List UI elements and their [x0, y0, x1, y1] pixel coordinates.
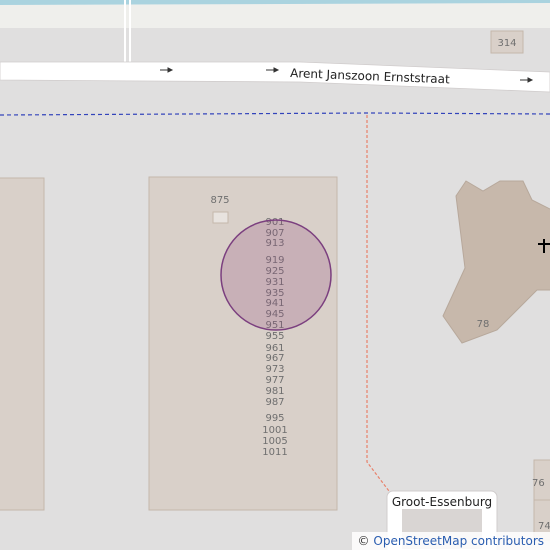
address-number-label: 1011 [262, 447, 287, 458]
quay-divider-right [129, 0, 131, 62]
house-number-label: 78 [477, 319, 490, 330]
map-attribution: © OpenStreetMap contributors [351, 532, 550, 550]
street-road[interactable] [0, 61, 550, 93]
small-structure [212, 211, 229, 224]
map-canvas[interactable]: Arent Janszoon Ernststraat 314 875 78 76… [0, 0, 550, 550]
building-central [148, 176, 338, 511]
address-number-label: 987 [265, 397, 284, 408]
house-number-label: 314 [497, 38, 516, 49]
address-number-label: 973 [265, 364, 284, 375]
house-number-label: 76 [532, 478, 545, 489]
address-number-label: 977 [265, 375, 284, 386]
address-number-label: 1005 [262, 436, 287, 447]
copyright-symbol: © [357, 534, 370, 548]
attribution-link[interactable]: OpenStreetMap contributors [373, 534, 544, 548]
boundary-line [0, 112, 550, 116]
location-marker-circle[interactable] [220, 219, 332, 331]
quay-divider-left [124, 0, 126, 62]
house-number-label: 74 [538, 521, 550, 532]
footpath-line [366, 115, 393, 496]
address-number-label: 967 [265, 353, 284, 364]
address-number-label: 995 [265, 413, 284, 424]
address-number-label: 955 [265, 331, 284, 342]
church-building [442, 180, 550, 344]
place-label: Groot-Essenburg [392, 495, 492, 509]
building-left [0, 177, 45, 511]
address-number-label: 981 [265, 386, 284, 397]
house-number-label: 875 [210, 195, 229, 206]
address-number-label: 1001 [262, 425, 287, 436]
